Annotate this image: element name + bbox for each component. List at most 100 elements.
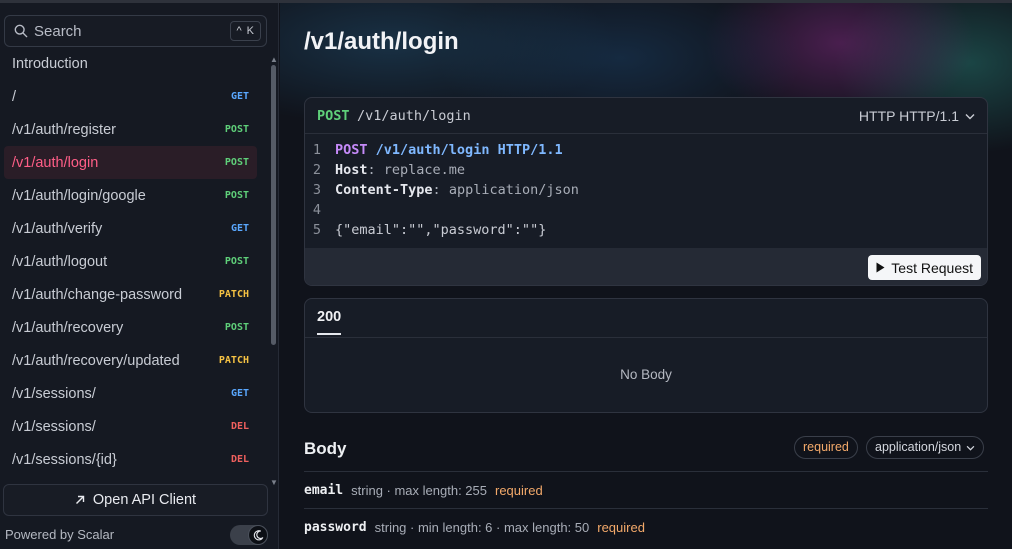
- code-line: 4: [305, 200, 987, 220]
- method-badge: DEL: [230, 421, 249, 432]
- code-line: 3 Content-Type: application/json: [305, 180, 987, 200]
- line-number: 4: [312, 202, 321, 218]
- sidebar-item-sessions-id-delete[interactable]: /v1/sessions/{id} DEL: [4, 443, 257, 476]
- sidebar-item-label: Introduction: [12, 55, 88, 72]
- sidebar-item-label: /v1/auth/recovery: [12, 319, 124, 336]
- scroll-down-icon[interactable]: ▼: [270, 478, 278, 487]
- protocol-selector[interactable]: HTTP HTTP/1.1: [859, 108, 975, 124]
- scroll-up-icon[interactable]: ▲: [270, 55, 278, 64]
- method-badge: POST: [224, 256, 249, 267]
- chevron-down-icon: [966, 445, 975, 451]
- request-body-json: {"email":"","password":""}: [335, 222, 547, 238]
- body-section-title: Body: [304, 439, 347, 458]
- play-icon: [876, 262, 885, 273]
- sidebar-item-sessions-get[interactable]: /v1/sessions/ GET: [4, 377, 257, 410]
- sidebar-item-auth-logout[interactable]: /v1/auth/logout POST: [4, 245, 257, 278]
- code-line: 2 Host: replace.me: [305, 160, 987, 180]
- protocol-selector-label: HTTP HTTP/1.1: [858, 108, 959, 124]
- request-code-block: 1 POST /v1/auth/login HTTP/1.1 2 Host: r…: [305, 140, 987, 240]
- field-meta: string · min length: 6 · max length: 50: [374, 519, 590, 535]
- sidebar: Search ^ K Introduction / GET /v1/auth/r…: [0, 3, 279, 549]
- header-value: application/json: [448, 182, 579, 198]
- header-value: replace.me: [383, 162, 466, 178]
- sidebar-item-label: /v1/sessions/: [12, 385, 96, 402]
- sidebar-item-auth-verify[interactable]: /v1/auth/verify GET: [4, 212, 257, 245]
- response-tabs: 200: [305, 299, 987, 338]
- sidebar-item-introduction[interactable]: Introduction: [4, 47, 257, 80]
- sidebar-nav: Introduction / GET /v1/auth/register POS…: [4, 47, 257, 476]
- method-badge: POST: [224, 190, 249, 201]
- main-content: /v1/auth/login POST /v1/auth/login HTTP …: [280, 3, 1012, 549]
- dark-mode-toggle[interactable]: [230, 525, 268, 545]
- request-path: /v1/auth/login: [357, 108, 471, 124]
- search-icon: [14, 24, 28, 38]
- request-card-footer: Test Request: [305, 248, 987, 285]
- code-line: 5 {"email":"","password":""}: [305, 220, 987, 240]
- open-api-client-label: Open API Client: [92, 492, 197, 508]
- field-name: password: [304, 519, 367, 535]
- sidebar-item-label: /v1/auth/login: [12, 154, 99, 171]
- method-badge: GET: [230, 91, 249, 102]
- method-badge: DEL: [230, 454, 249, 465]
- header-key: Host: [335, 162, 368, 178]
- sidebar-item-auth-login-google[interactable]: /v1/auth/login/google POST: [4, 179, 257, 212]
- method-badge: PATCH: [218, 355, 249, 366]
- line-number: 5: [312, 222, 321, 238]
- content-type-select[interactable]: application/json: [866, 436, 985, 459]
- request-method: POST: [317, 108, 350, 124]
- moon-icon: [253, 529, 263, 540]
- code-method: POST: [335, 142, 368, 158]
- sidebar-item-auth-login[interactable]: /v1/auth/login POST: [4, 146, 257, 179]
- search-input[interactable]: Search ^ K: [4, 15, 267, 47]
- sidebar-scrollbar[interactable]: ▲ ▼: [270, 55, 278, 487]
- sidebar-item-label: /v1/auth/verify: [12, 220, 103, 237]
- code-line: 1 POST /v1/auth/login HTTP/1.1: [305, 140, 987, 160]
- request-card-header: POST /v1/auth/login HTTP HTTP/1.1: [305, 98, 987, 134]
- code-path: /v1/auth/login: [375, 142, 490, 158]
- method-badge: PATCH: [218, 289, 249, 300]
- chevron-down-icon: [965, 113, 975, 119]
- test-request-label: Test Request: [891, 259, 973, 276]
- sidebar-item-label: /v1/auth/login/google: [12, 187, 146, 204]
- sidebar-item-label: /v1/auth/recovery/updated: [12, 352, 180, 369]
- response-empty-text: No Body: [620, 367, 672, 382]
- method-badge: GET: [230, 388, 249, 399]
- content-type-label: application/json: [875, 440, 962, 454]
- scrollbar-thumb[interactable]: [271, 65, 276, 345]
- sidebar-item-auth-register[interactable]: /v1/auth/register POST: [4, 113, 257, 146]
- search-placeholder: Search: [34, 23, 82, 40]
- tab-200[interactable]: 200: [317, 309, 342, 335]
- line-number: 1: [312, 142, 321, 158]
- body-field-password: password string · min length: 6 · max le…: [304, 508, 988, 545]
- sidebar-item-label: /v1/auth/register: [12, 121, 116, 138]
- sidebar-item-label: /: [12, 88, 17, 105]
- search-shortcut: ^ K: [230, 21, 261, 41]
- sidebar-item-label: /v1/auth/change-password: [12, 286, 183, 303]
- sidebar-item-sessions-delete[interactable]: /v1/sessions/ DEL: [4, 410, 257, 443]
- sidebar-item-label: /v1/sessions/{id}: [12, 451, 117, 468]
- field-required: required: [597, 519, 645, 535]
- sidebar-item-auth-recovery-updated[interactable]: /v1/auth/recovery/updated PATCH: [4, 344, 257, 377]
- test-request-button[interactable]: Test Request: [868, 255, 981, 280]
- method-badge: GET: [230, 223, 249, 234]
- required-badge: required: [794, 436, 858, 459]
- open-api-client-button[interactable]: Open API Client: [3, 484, 268, 516]
- sidebar-item-label: /v1/auth/logout: [12, 253, 108, 270]
- method-badge: POST: [224, 157, 249, 168]
- toggle-knob: [248, 525, 268, 545]
- sidebar-item-label: /v1/sessions/: [12, 418, 96, 435]
- sidebar-item-auth-recovery[interactable]: /v1/auth/recovery POST: [4, 311, 257, 344]
- sidebar-item-root[interactable]: / GET: [4, 80, 257, 113]
- method-badge: POST: [224, 322, 249, 333]
- field-name: email: [304, 482, 344, 498]
- arrow-up-right-icon: [75, 495, 85, 504]
- header-key: Content-Type: [335, 182, 433, 198]
- code-protocol: HTTP/1.1: [497, 142, 563, 158]
- field-meta: string · max length: 255: [351, 482, 487, 498]
- body-field-email: email string · max length: 255 required: [304, 471, 988, 508]
- field-required: required: [495, 482, 543, 498]
- page-title: /v1/auth/login: [304, 28, 459, 55]
- sidebar-item-auth-change-password[interactable]: /v1/auth/change-password PATCH: [4, 278, 257, 311]
- response-card: 200 No Body: [304, 298, 988, 413]
- line-number: 2: [312, 162, 321, 178]
